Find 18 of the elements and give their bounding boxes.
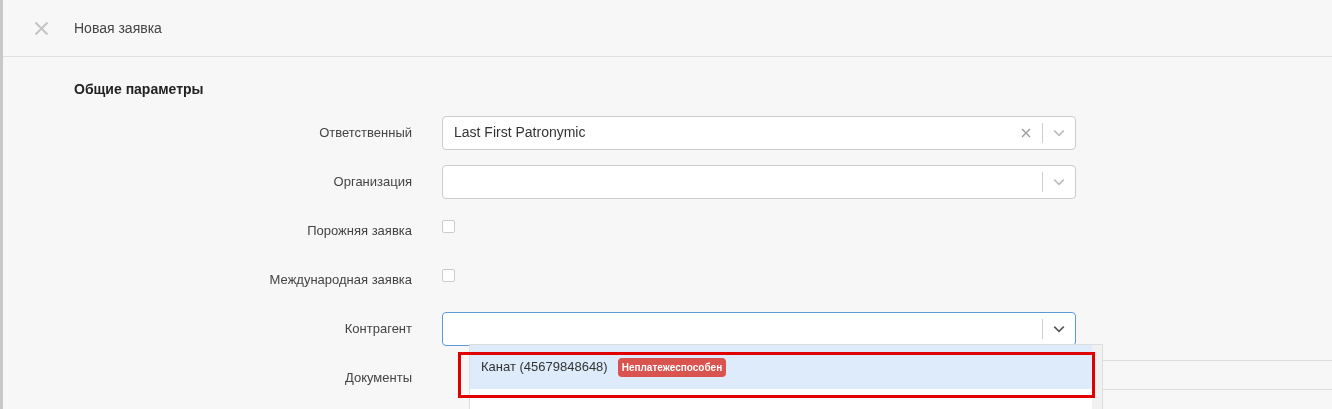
status-badge: Неплатежеспособен (617, 357, 727, 377)
section-title: Общие параметры (74, 80, 205, 99)
select-field[interactable] (442, 164, 1076, 199)
documents-field[interactable] (1103, 360, 1332, 390)
close-icon[interactable] (34, 20, 49, 36)
checkbox[interactable] (442, 269, 455, 282)
checkbox[interactable] (442, 220, 455, 233)
field-label: Документы (344, 368, 413, 387)
field-label: Порожняя заявка (306, 221, 413, 240)
field-label: Контрагент (343, 319, 413, 338)
select-field[interactable] (442, 311, 1076, 346)
field-label: Ответственный (318, 123, 413, 142)
dialog-title: Новая заявка (74, 18, 162, 38)
field-label: Международная заявка (268, 270, 413, 289)
scrollbar[interactable] (1092, 345, 1102, 409)
clear-icon[interactable] (1021, 127, 1031, 138)
select-field[interactable]: Last First Patronymic (442, 115, 1076, 150)
field-label: Организация (332, 172, 413, 191)
